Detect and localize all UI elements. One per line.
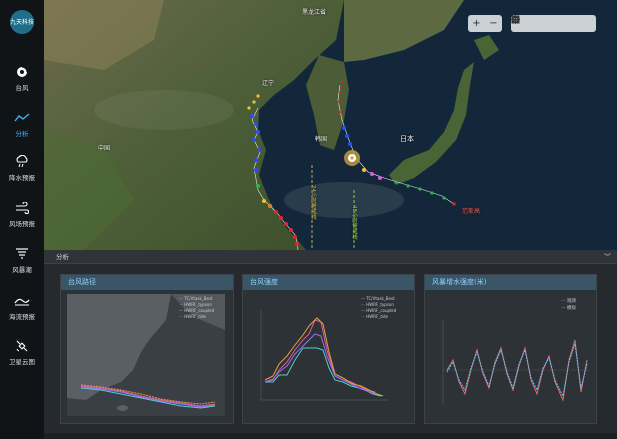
sidebar-item-typhoon[interactable]: 台风: [0, 58, 44, 98]
sidebar-item-label: 分析: [15, 129, 29, 138]
zoom-in-button[interactable]: +: [468, 15, 485, 32]
sidebar-item-storm[interactable]: 风暴潮: [0, 240, 44, 280]
panel-bottom-strip: [44, 433, 617, 439]
wave-icon: [14, 294, 30, 308]
satellite-map[interactable]: 黑龙江省 辽宁 韩国 日本 中国 范斯高 24小时警戒线 48小时警戒线 + −: [44, 0, 617, 250]
zoom-controls: + −: [468, 15, 502, 32]
rain-icon: [14, 155, 30, 169]
app-root: 九天科技 台风 分析 降水预报 风场预报 风暴潮 海流预报 卫星云图 黑龙江省 …: [0, 0, 617, 439]
fullscreen-icon[interactable]: [511, 15, 562, 32]
collapse-icon[interactable]: ︾: [604, 250, 611, 264]
sidebar-item-label: 台风: [15, 83, 29, 92]
sidebar-item-label: 降水预报: [9, 173, 35, 182]
card-typhoon-intensity: 台风强度 — TC/Vtask_Best — HWRF_typson — HWR…: [242, 274, 415, 424]
sidebar: 九天科技 台风 分析 降水预报 风场预报 风暴潮 海流预报 卫星云图: [0, 0, 44, 439]
panel-title: 分析: [56, 253, 69, 261]
satellite-icon: [14, 339, 30, 353]
typhoon-icon: [14, 65, 30, 79]
map-label-japan: 日本: [400, 135, 414, 143]
sidebar-item-satellite[interactable]: 卫星云图: [0, 332, 44, 372]
map-label-china: 中国: [98, 145, 111, 152]
print-icon[interactable]: [511, 15, 579, 32]
sidebar-item-current[interactable]: 海流预报: [0, 287, 44, 327]
sidebar-item-label: 卫星云图: [9, 357, 35, 366]
layers-icon[interactable]: [511, 15, 545, 32]
map-toolbar: [511, 15, 596, 32]
map-canvas: [44, 0, 617, 250]
storm-icon: [14, 247, 30, 261]
sidebar-item-label: 海流预报: [9, 312, 35, 321]
legend-item: — HWRF_tide: [361, 314, 389, 319]
sidebar-item-wind[interactable]: 风场预报: [0, 194, 44, 234]
legend-item: — 观测: [561, 299, 576, 304]
path-legend: — TC/Vtask_Best — HWRF_typson — HWRF_cou…: [179, 296, 214, 320]
logo-text: 九天科技: [10, 18, 35, 26]
map-label-korea: 韩国: [315, 136, 328, 143]
card-title: 台风路径: [61, 275, 233, 290]
sidebar-item-label: 风暴潮: [12, 265, 32, 274]
card-title: 风暴增水强度(米): [425, 275, 596, 290]
intensity-chart: — TC/Vtask_Best — HWRF_typson — HWRF_cou…: [243, 290, 414, 423]
sidebar-item-label: 风场预报: [9, 219, 35, 228]
panel-header: 分析 ︾: [44, 250, 617, 264]
surge-chart: — 观测 — 模拟: [425, 290, 596, 423]
map-label-region: 黑龙江省: [302, 9, 327, 16]
legend-item: — 模拟: [561, 306, 576, 311]
map-label-liaoning: 辽宁: [262, 80, 275, 87]
card-typhoon-path: 台风路径 — TC/Vtask_Best — HWRF_typson — HWR…: [60, 274, 234, 424]
map-label-typhoon-name: 范斯高: [462, 208, 481, 215]
analysis-panel: 分析 ︾ 台风路径 — TC/Vtask_Best — HWRF_typson …: [44, 250, 617, 439]
surge-legend: — 观测 — 模拟: [561, 298, 576, 312]
card-title: 台风强度: [243, 275, 414, 290]
wind-icon: [14, 201, 30, 215]
typhoon-marker: [344, 150, 360, 166]
zoom-out-button[interactable]: −: [485, 15, 502, 32]
sidebar-item-analysis[interactable]: 分析: [0, 104, 44, 144]
info-icon[interactable]: [511, 15, 596, 32]
map-label-48h-line: 48小时警戒线: [351, 205, 357, 240]
app-logo[interactable]: 九天科技: [10, 10, 34, 34]
sidebar-item-rain[interactable]: 降水预报: [0, 148, 44, 188]
intensity-legend: — TC/Vtask_Best — HWRF_typson — HWRF_cou…: [361, 296, 396, 320]
map-label-24h-line: 24小时警戒线: [310, 185, 316, 220]
path-chart: — TC/Vtask_Best — HWRF_typson — HWRF_cou…: [61, 290, 233, 423]
analysis-icon: [14, 111, 30, 125]
legend-item: — HWRF_tide: [179, 314, 207, 319]
card-storm-surge: 风暴增水强度(米) — 观测 — 模拟: [424, 274, 597, 424]
